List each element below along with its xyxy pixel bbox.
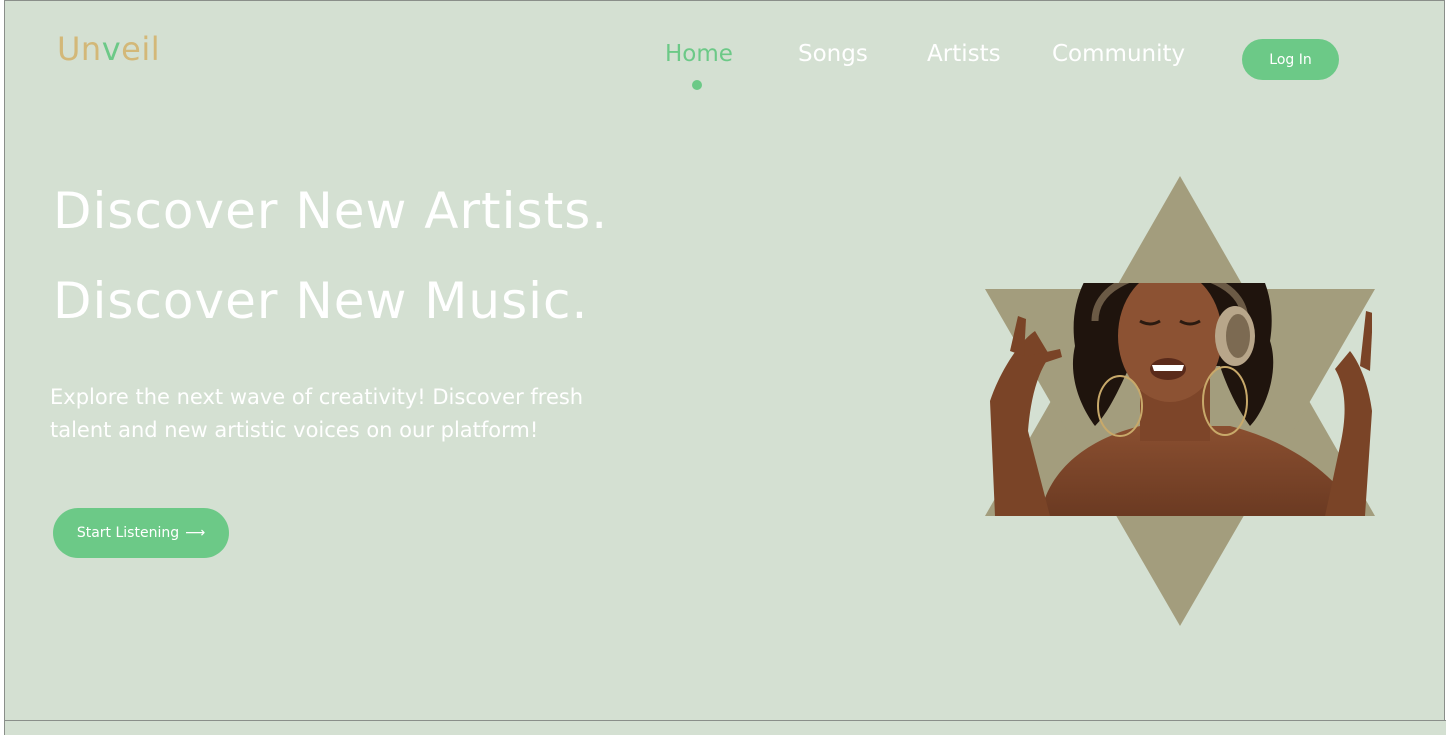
start-listening-label: Start Listening	[76, 525, 180, 541]
page-frame: Unveil Home Songs Artists Community Log …	[4, 0, 1445, 721]
long-arrow-right-icon: ⟶	[185, 525, 206, 541]
page-bottom-edge	[4, 720, 1446, 735]
headline-music: Discover New Music.	[53, 272, 589, 330]
headline-artists: Discover New Artists.	[53, 182, 609, 240]
nav-community[interactable]: Community	[1052, 38, 1185, 70]
nav-artists[interactable]: Artists	[927, 38, 1001, 70]
logo-part-3: eil	[121, 30, 161, 68]
nav-home[interactable]: Home	[665, 38, 733, 70]
hero-subtext: Explore the next wave of creativity! Dis…	[50, 385, 584, 442]
hero-artwork	[985, 176, 1375, 626]
active-indicator-dot	[692, 80, 702, 90]
brand-logo[interactable]: Unveil	[57, 29, 160, 69]
logo-part-1: Un	[57, 30, 102, 68]
login-button[interactable]: Log In	[1242, 39, 1339, 80]
nav-songs[interactable]: Songs	[798, 38, 868, 70]
start-listening-button[interactable]: Start Listening ⟶	[53, 508, 229, 558]
logo-part-2: v	[101, 30, 122, 68]
